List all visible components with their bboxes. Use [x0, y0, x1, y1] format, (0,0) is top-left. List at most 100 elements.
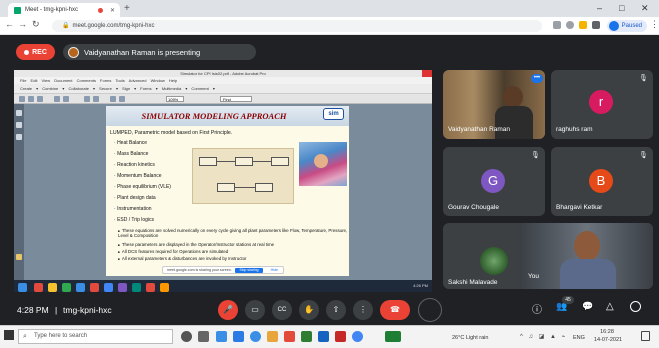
sim-logo: sim	[323, 108, 344, 120]
clock-date[interactable]: 14-07-2021	[591, 337, 625, 343]
meeting-info-button[interactable]: ⓘ	[532, 301, 542, 316]
chrome-taskbar-icon[interactable]	[352, 331, 363, 342]
presenting-banner: Vaidyanathan Raman is presenting	[63, 44, 256, 60]
pdf-toolbar: Create ▾ Combine ▾ Collaborate ▾ Secure …	[14, 84, 432, 94]
meeting-separator: |	[55, 305, 58, 315]
diagram-link	[253, 161, 271, 162]
back-icon[interactable]: ←	[5, 19, 14, 29]
slide-subtitle: LUMPED, Parametric model based on First …	[110, 130, 233, 136]
mic-off-icon: 🎙	[639, 152, 648, 159]
effects-ring[interactable]	[418, 298, 442, 322]
participant-name: Bhargavi Ketkar	[556, 204, 603, 211]
stop-sharing-button: Stop sharing	[235, 268, 263, 273]
presented-screen: Simulator for CPI Isis02.pdf - Adobe Acr…	[14, 70, 432, 295]
end-call-button[interactable]: ☎	[380, 300, 410, 320]
slide-title: SIMULATOR MODELING APPROACH	[141, 111, 287, 121]
app-icon[interactable]	[284, 331, 295, 342]
participant-name: raghuhs ram	[556, 126, 593, 133]
notifications-icon[interactable]	[641, 331, 650, 341]
pdf-menu-bar: File Edit View Document Comments Forms T…	[14, 77, 432, 84]
slide-item: · Mass Balance	[114, 151, 149, 157]
app-icon[interactable]	[335, 331, 346, 342]
pdf-close-icon	[422, 70, 432, 77]
clock-time[interactable]: 16:28	[593, 329, 621, 335]
cortana-icon[interactable]	[181, 331, 192, 342]
participant-count-badge: 45	[562, 296, 574, 304]
participant-name: Gourav Chougale	[448, 204, 499, 211]
app-icon	[160, 283, 169, 292]
forward-icon[interactable]: →	[18, 19, 27, 29]
extensions-icon[interactable]	[592, 21, 600, 29]
task-view-icon[interactable]	[198, 331, 209, 342]
diagram-block	[271, 157, 289, 166]
browser-menu-icon[interactable]: ⋮	[650, 19, 659, 30]
raise-hand-button[interactable]: ✋	[299, 300, 319, 320]
mic-button[interactable]: 🎤	[218, 300, 238, 320]
app-icon[interactable]	[250, 331, 261, 342]
slide: SIMULATOR MODELING APPROACH sim LUMPED, …	[106, 106, 349, 276]
camera-ext-icon[interactable]	[553, 21, 561, 29]
participant-tile[interactable]: G 🎙 Gourav Chougale	[443, 147, 545, 216]
slide-bullet: All DCS features required for Operations…	[118, 249, 348, 254]
app-icon	[76, 283, 85, 292]
app-icon[interactable]	[233, 331, 244, 342]
diagram-block	[217, 183, 235, 192]
participant-tile[interactable]: ••• Vaidyanathan Raman	[443, 70, 545, 139]
participant-photo	[480, 247, 508, 275]
browser-tab[interactable]: Meet - tmg-kpni-hxc ✕	[8, 3, 120, 17]
weather-text: 26°C Light rain	[452, 335, 489, 341]
self-view-tile[interactable]: You	[520, 223, 653, 289]
slide-item: · Phase equilibrium (VLE)	[114, 184, 171, 190]
app-icon[interactable]	[385, 331, 401, 342]
host-controls-icon[interactable]	[630, 301, 641, 312]
mic-off-icon: 🎙	[639, 75, 648, 82]
recording-dot-icon	[97, 7, 103, 13]
app-icon	[62, 283, 71, 292]
paused-label: Paused	[621, 23, 642, 29]
profile-paused-button[interactable]: Paused	[607, 20, 647, 32]
meet-favicon-icon	[14, 6, 21, 14]
participant-avatar: B	[589, 169, 613, 193]
email-icon	[37, 96, 43, 102]
tray-icons[interactable]: ^ ♫ ◪ ▲ ⌁	[520, 333, 567, 340]
app-icon[interactable]	[318, 331, 329, 342]
captions-button[interactable]: CC	[272, 300, 292, 320]
maximize-button[interactable]: □	[619, 3, 624, 13]
self-label: You	[528, 273, 539, 280]
present-button[interactable]: ⇧	[326, 300, 346, 320]
app-icon	[34, 283, 43, 292]
taskbar-search-box[interactable]: ⌕ Type here to search	[18, 329, 173, 344]
app-icon[interactable]	[301, 331, 312, 342]
more-options-button[interactable]: ⋮	[353, 300, 373, 320]
activities-button[interactable]: △	[606, 301, 614, 312]
tab-title: Meet - tmg-kpni-hxc	[25, 7, 79, 13]
participant-name: Sakshi Malavade	[448, 279, 498, 286]
pdf-title-text: Simulator for CPI Isis02.pdf - Adobe Acr…	[180, 71, 266, 76]
camera-button[interactable]: ▭	[245, 300, 265, 320]
sharing-notice-text: meet.google.com is sharing your screen.	[167, 268, 232, 272]
new-tab-button[interactable]: +	[124, 3, 130, 14]
tab-close-icon[interactable]: ✕	[110, 7, 115, 14]
url-field[interactable]: 🔒 meet.google.com/tmg-kpni-hxc	[52, 20, 542, 32]
chat-button[interactable]: 💬	[582, 301, 593, 312]
block-diagram	[192, 148, 294, 204]
participant-tile[interactable]: B 🎙 Bhargavi Ketkar	[551, 147, 653, 216]
file-explorer-icon[interactable]	[267, 331, 278, 342]
zoom-icon[interactable]	[566, 21, 574, 29]
sign-icon	[16, 254, 22, 260]
next-page-icon	[63, 96, 69, 102]
language-indicator[interactable]: ENG	[573, 335, 585, 341]
minimize-button[interactable]: –	[597, 3, 602, 13]
bookmark-star-icon[interactable]	[579, 21, 587, 29]
zoom-out-icon	[110, 96, 116, 102]
edge-icon[interactable]	[216, 331, 227, 342]
rec-label: REC	[32, 48, 47, 56]
close-window-button[interactable]: ✕	[641, 3, 649, 14]
attachments-icon	[16, 122, 22, 128]
recording-indicator[interactable]: REC	[16, 44, 55, 60]
person-head	[503, 86, 523, 108]
participant-tile[interactable]: r 🎙 raghuhs ram	[551, 70, 653, 139]
hide-button: Hide	[270, 268, 278, 272]
windows-start-icon[interactable]	[4, 330, 14, 340]
reload-icon[interactable]: ↻	[32, 19, 40, 30]
